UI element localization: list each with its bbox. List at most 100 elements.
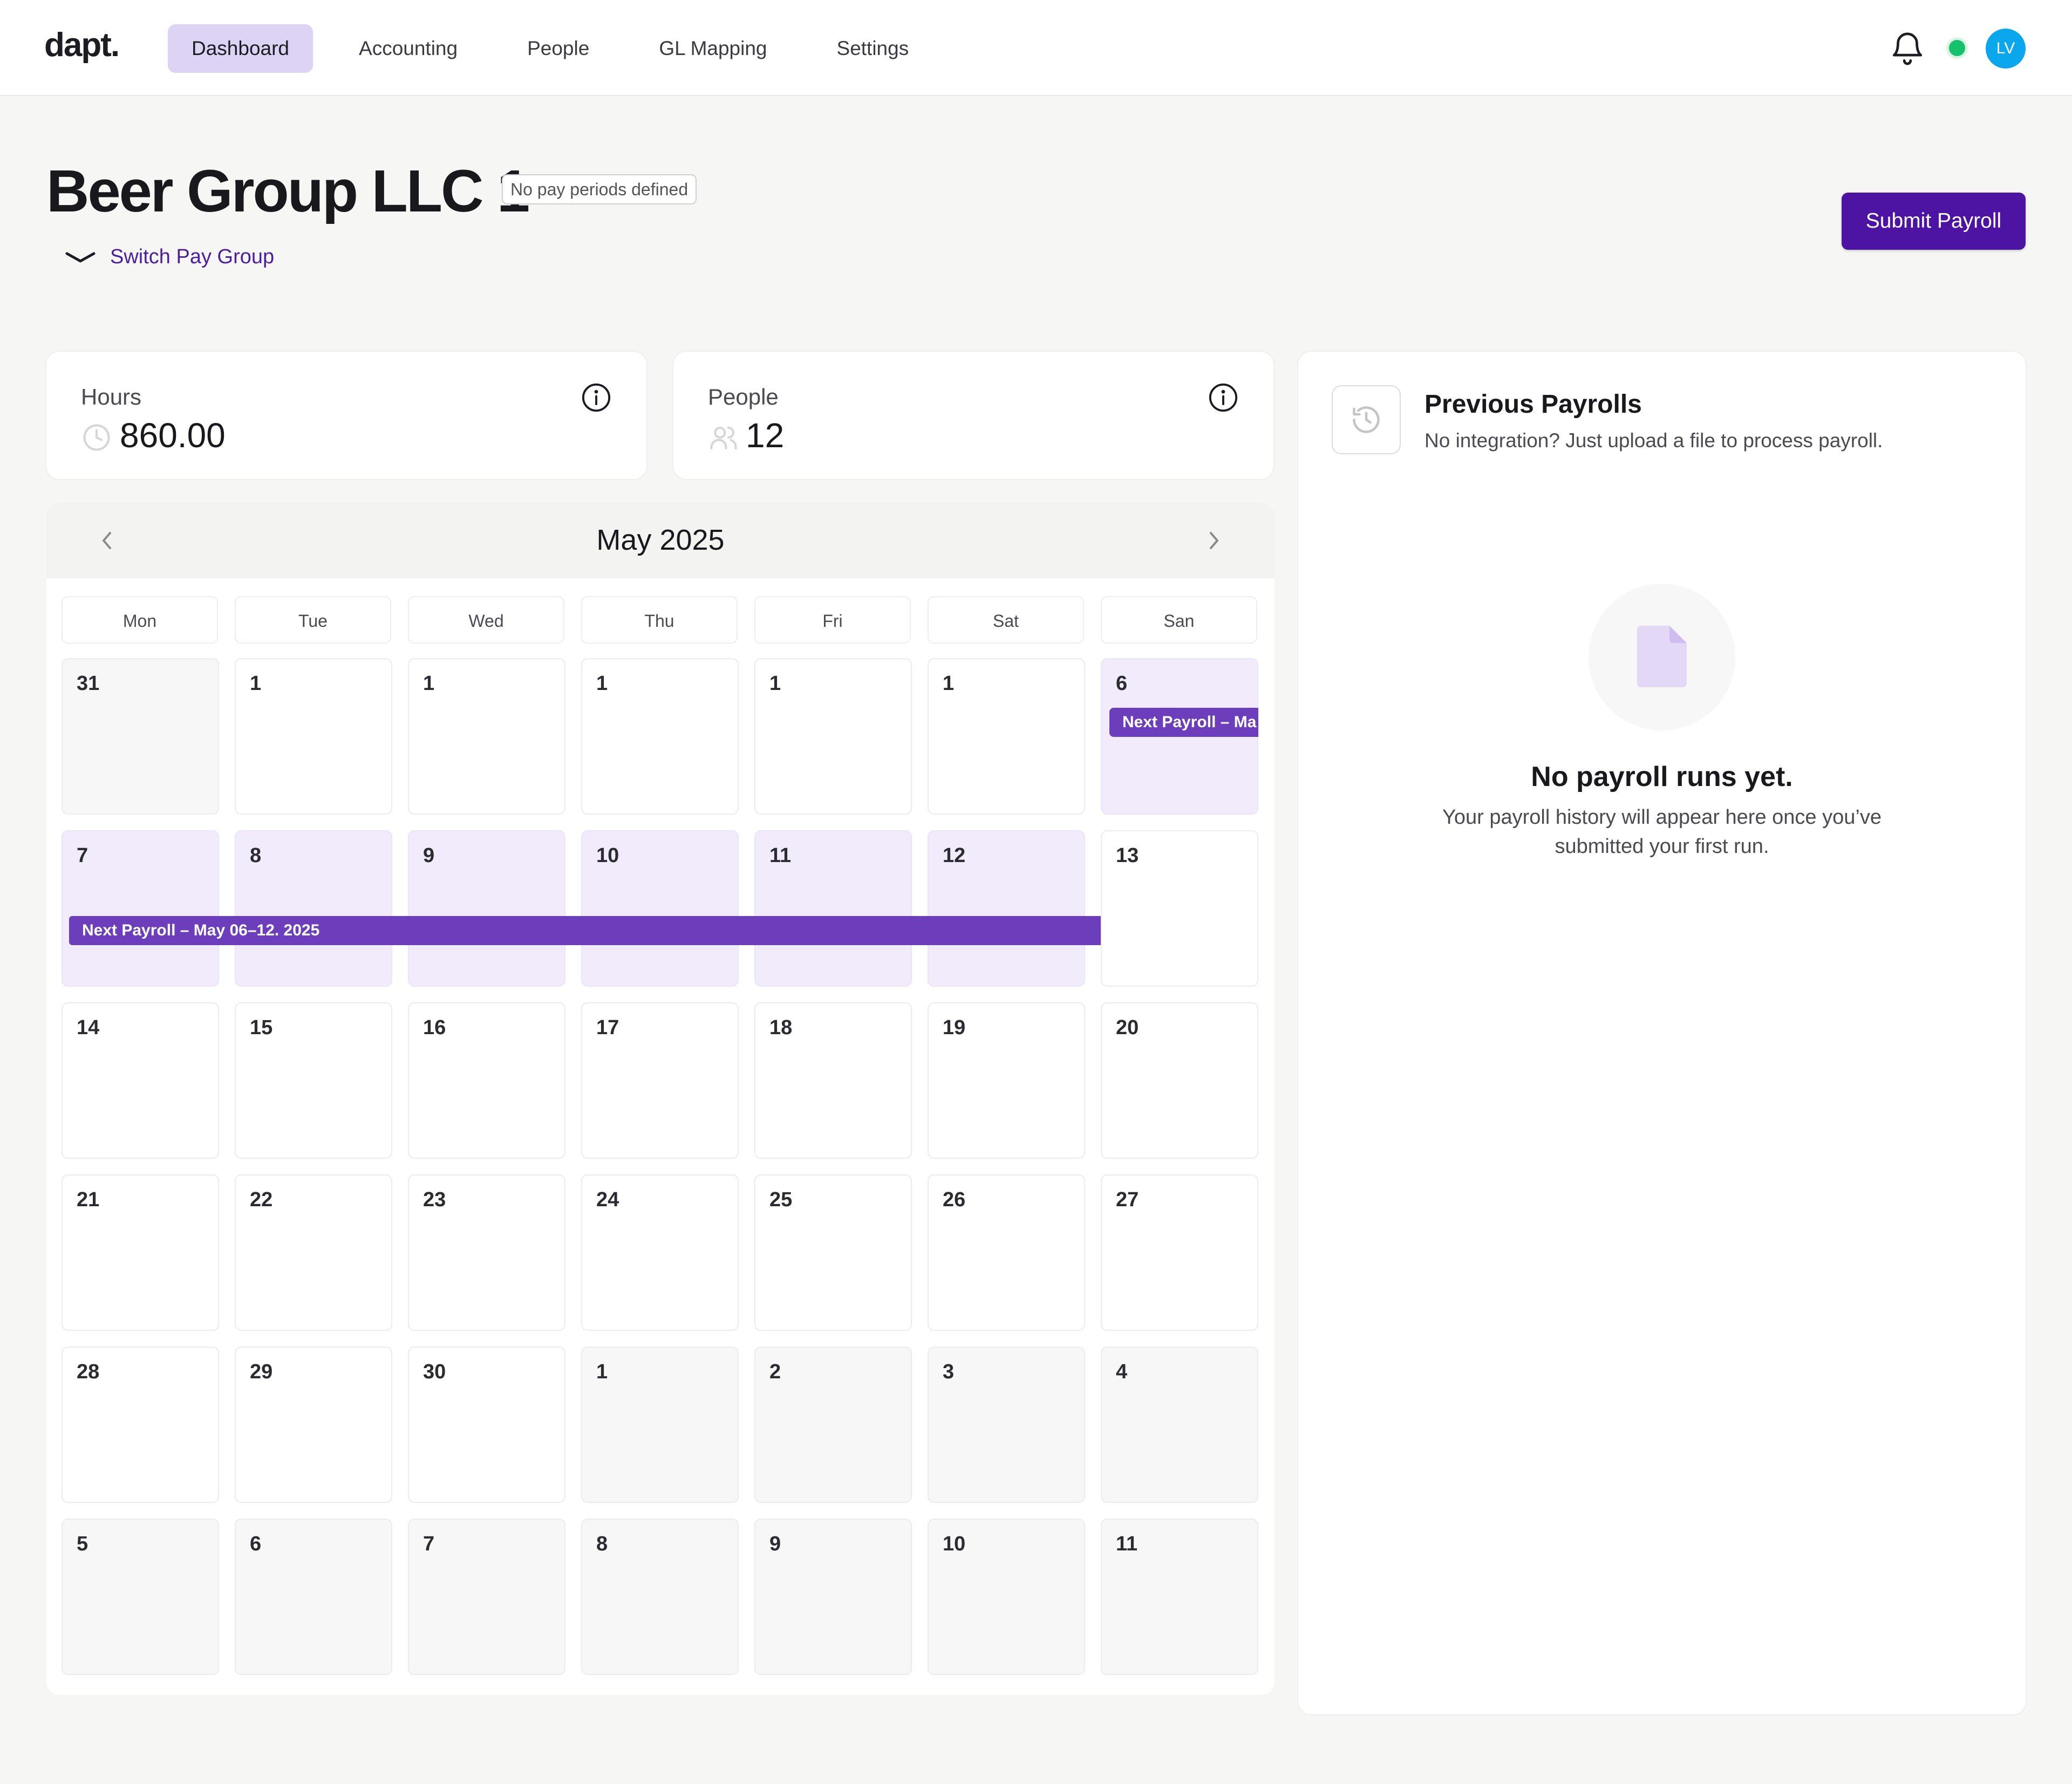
calendar-day-cell[interactable]: 22 [235,1174,392,1331]
calendar-day-cell[interactable]: 1 [928,658,1085,815]
calendar-day-number: 22 [250,1188,273,1211]
empty-state-illustration [1589,584,1735,730]
calendar-day-cell[interactable]: 5 [62,1519,219,1675]
calendar-day-number: 25 [769,1188,793,1211]
calendar-header: May 2025 [46,503,1274,578]
calendar-day-cell[interactable]: 17 [581,1002,739,1159]
calendar-day-cell[interactable]: 8 [235,830,392,987]
calendar-day-cell[interactable]: 30 [408,1346,565,1503]
payroll-event-bar[interactable]: Next Payroll – May 06–12. 2025 [69,916,1101,945]
calendar-day-cell[interactable]: 28 [62,1346,219,1503]
history-icon-box [1332,385,1401,454]
weekday-header: San [1101,596,1257,644]
calendar-day-cell[interactable]: 29 [235,1346,392,1503]
clock-icon [83,424,110,451]
hours-card: Hours 860.00 [46,352,646,479]
calendar-day-cell[interactable]: 9 [408,830,565,987]
calendar-day-cell[interactable]: 7 [62,830,219,987]
calendar-day-number: 17 [596,1016,619,1039]
nav-item-accounting[interactable]: Accounting [335,24,481,73]
calendar-day-cell[interactable]: 1 [754,658,912,815]
calendar-day-number: 1 [250,672,262,695]
calendar-day-cell[interactable]: 20 [1101,1002,1258,1159]
hours-value: 860.00 [120,416,226,455]
calendar-day-cell[interactable]: 11 [754,830,912,987]
user-avatar[interactable]: LV [1986,29,2026,69]
calendar-day-number: 24 [596,1188,619,1211]
calendar-day-cell[interactable]: 16 [408,1002,565,1159]
weekday-header: Mon [62,596,218,644]
bell-icon[interactable] [1889,29,1926,67]
calendar-day-cell[interactable]: 21 [62,1174,219,1331]
calendar-day-number: 10 [943,1533,966,1555]
weekday-header: Tue [235,596,391,644]
empty-state-title: No payroll runs yet. [1531,761,1793,792]
calendar-day-cell[interactable]: 27 [1101,1174,1258,1331]
nav-item-people[interactable]: People [503,24,613,73]
calendar-day-cell[interactable]: 10 [928,1519,1085,1675]
calendar-day-number: 5 [77,1533,88,1555]
calendar-day-cell[interactable]: 7 [408,1519,565,1675]
calendar-grid: Mon Tue Wed Thu Fri Sat San 31 1 1 1 1 1 6 7 8 9 10 11 12 13… [46,578,1274,1695]
weekday-header: Fri [754,596,911,644]
calendar-day-number: 15 [250,1016,273,1039]
calendar-day-cell[interactable]: 18 [754,1002,912,1159]
calendar-day-number: 16 [423,1016,446,1039]
top-bar: dapt. Dashboard Accounting People GL Map… [0,0,2072,96]
info-icon[interactable] [581,382,612,413]
calendar-day-cell[interactable]: 1 [581,658,739,815]
calendar-day-cell[interactable]: 1 [235,658,392,815]
calendar-day-cell[interactable]: 9 [754,1519,912,1675]
calendar-day-cell[interactable]: 10 [581,830,739,987]
calendar-day-number: 1 [769,672,781,695]
calendar-day-cell[interactable]: 8 [581,1519,739,1675]
payroll-event-bar[interactable]: Next Payroll – Ma [1109,708,1258,737]
calendar-day-number: 1 [423,672,435,695]
calendar-day-number: 12 [943,844,966,867]
empty-state-description: Your payroll history will appear here on… [1442,806,1882,858]
pay-period-badge: No pay periods defined [502,174,697,204]
calendar-day-cell[interactable]: 25 [754,1174,912,1331]
calendar-day-number: 14 [77,1016,100,1039]
calendar-day-number: 26 [943,1188,966,1211]
calendar-day-cell[interactable]: 2 [754,1346,912,1503]
calendar-day-number: 6 [1116,672,1128,695]
info-icon[interactable] [1208,382,1239,413]
calendar-day-cell[interactable]: 13 [1101,830,1258,987]
calendar-day-cell[interactable]: 31 [62,658,219,815]
calendar-day-number: 2 [769,1361,781,1383]
calendar-day-number: 28 [77,1361,100,1383]
calendar-day-number: 21 [77,1188,100,1211]
nav-item-gl-mapping[interactable]: GL Mapping [635,24,790,73]
submit-payroll-button[interactable]: Submit Payroll [1842,193,2026,250]
calendar-day-cell[interactable]: 1 [408,658,565,815]
weekday-header: Wed [408,596,564,644]
calendar-day-cell[interactable]: 1 [581,1346,739,1503]
chevron-right-icon[interactable] [1203,528,1225,553]
calendar-day-cell[interactable]: 24 [581,1174,739,1331]
nav-item-settings[interactable]: Settings [813,24,933,73]
calendar-day-number: 4 [1116,1361,1128,1383]
calendar-day-cell[interactable]: 26 [928,1174,1085,1331]
page-title: Beer Group LLC 1 [46,158,530,224]
calendar-day-cell[interactable]: 6 [235,1519,392,1675]
calendar-day-number: 7 [77,844,88,867]
switch-pay-group-link[interactable]: Switch Pay Group [65,245,274,269]
calendar-day-number: 3 [943,1361,955,1383]
calendar-day-cell[interactable]: 12 [928,830,1085,987]
calendar-day-number: 6 [250,1533,262,1555]
app-logo[interactable]: dapt. [44,26,120,64]
calendar-day-cell[interactable]: 4 [1101,1346,1258,1503]
calendar-day-cell[interactable]: 23 [408,1174,565,1331]
calendar-day-cell[interactable]: 11 [1101,1519,1258,1675]
hours-label: Hours [81,384,142,409]
calendar-day-cell[interactable]: 15 [235,1002,392,1159]
nav-item-dashboard[interactable]: Dashboard [168,24,313,73]
calendar-day-cell[interactable]: 14 [62,1002,219,1159]
previous-payrolls-title: Previous Payrolls [1424,390,1642,419]
calendar-day-number: 19 [943,1016,966,1039]
calendar-day-cell[interactable]: 3 [928,1346,1085,1503]
calendar-day-cell[interactable]: 19 [928,1002,1085,1159]
previous-payrolls-panel: Previous Payrolls No integration? Just u… [1298,352,2026,1714]
calendar-day-number: 7 [423,1533,435,1555]
